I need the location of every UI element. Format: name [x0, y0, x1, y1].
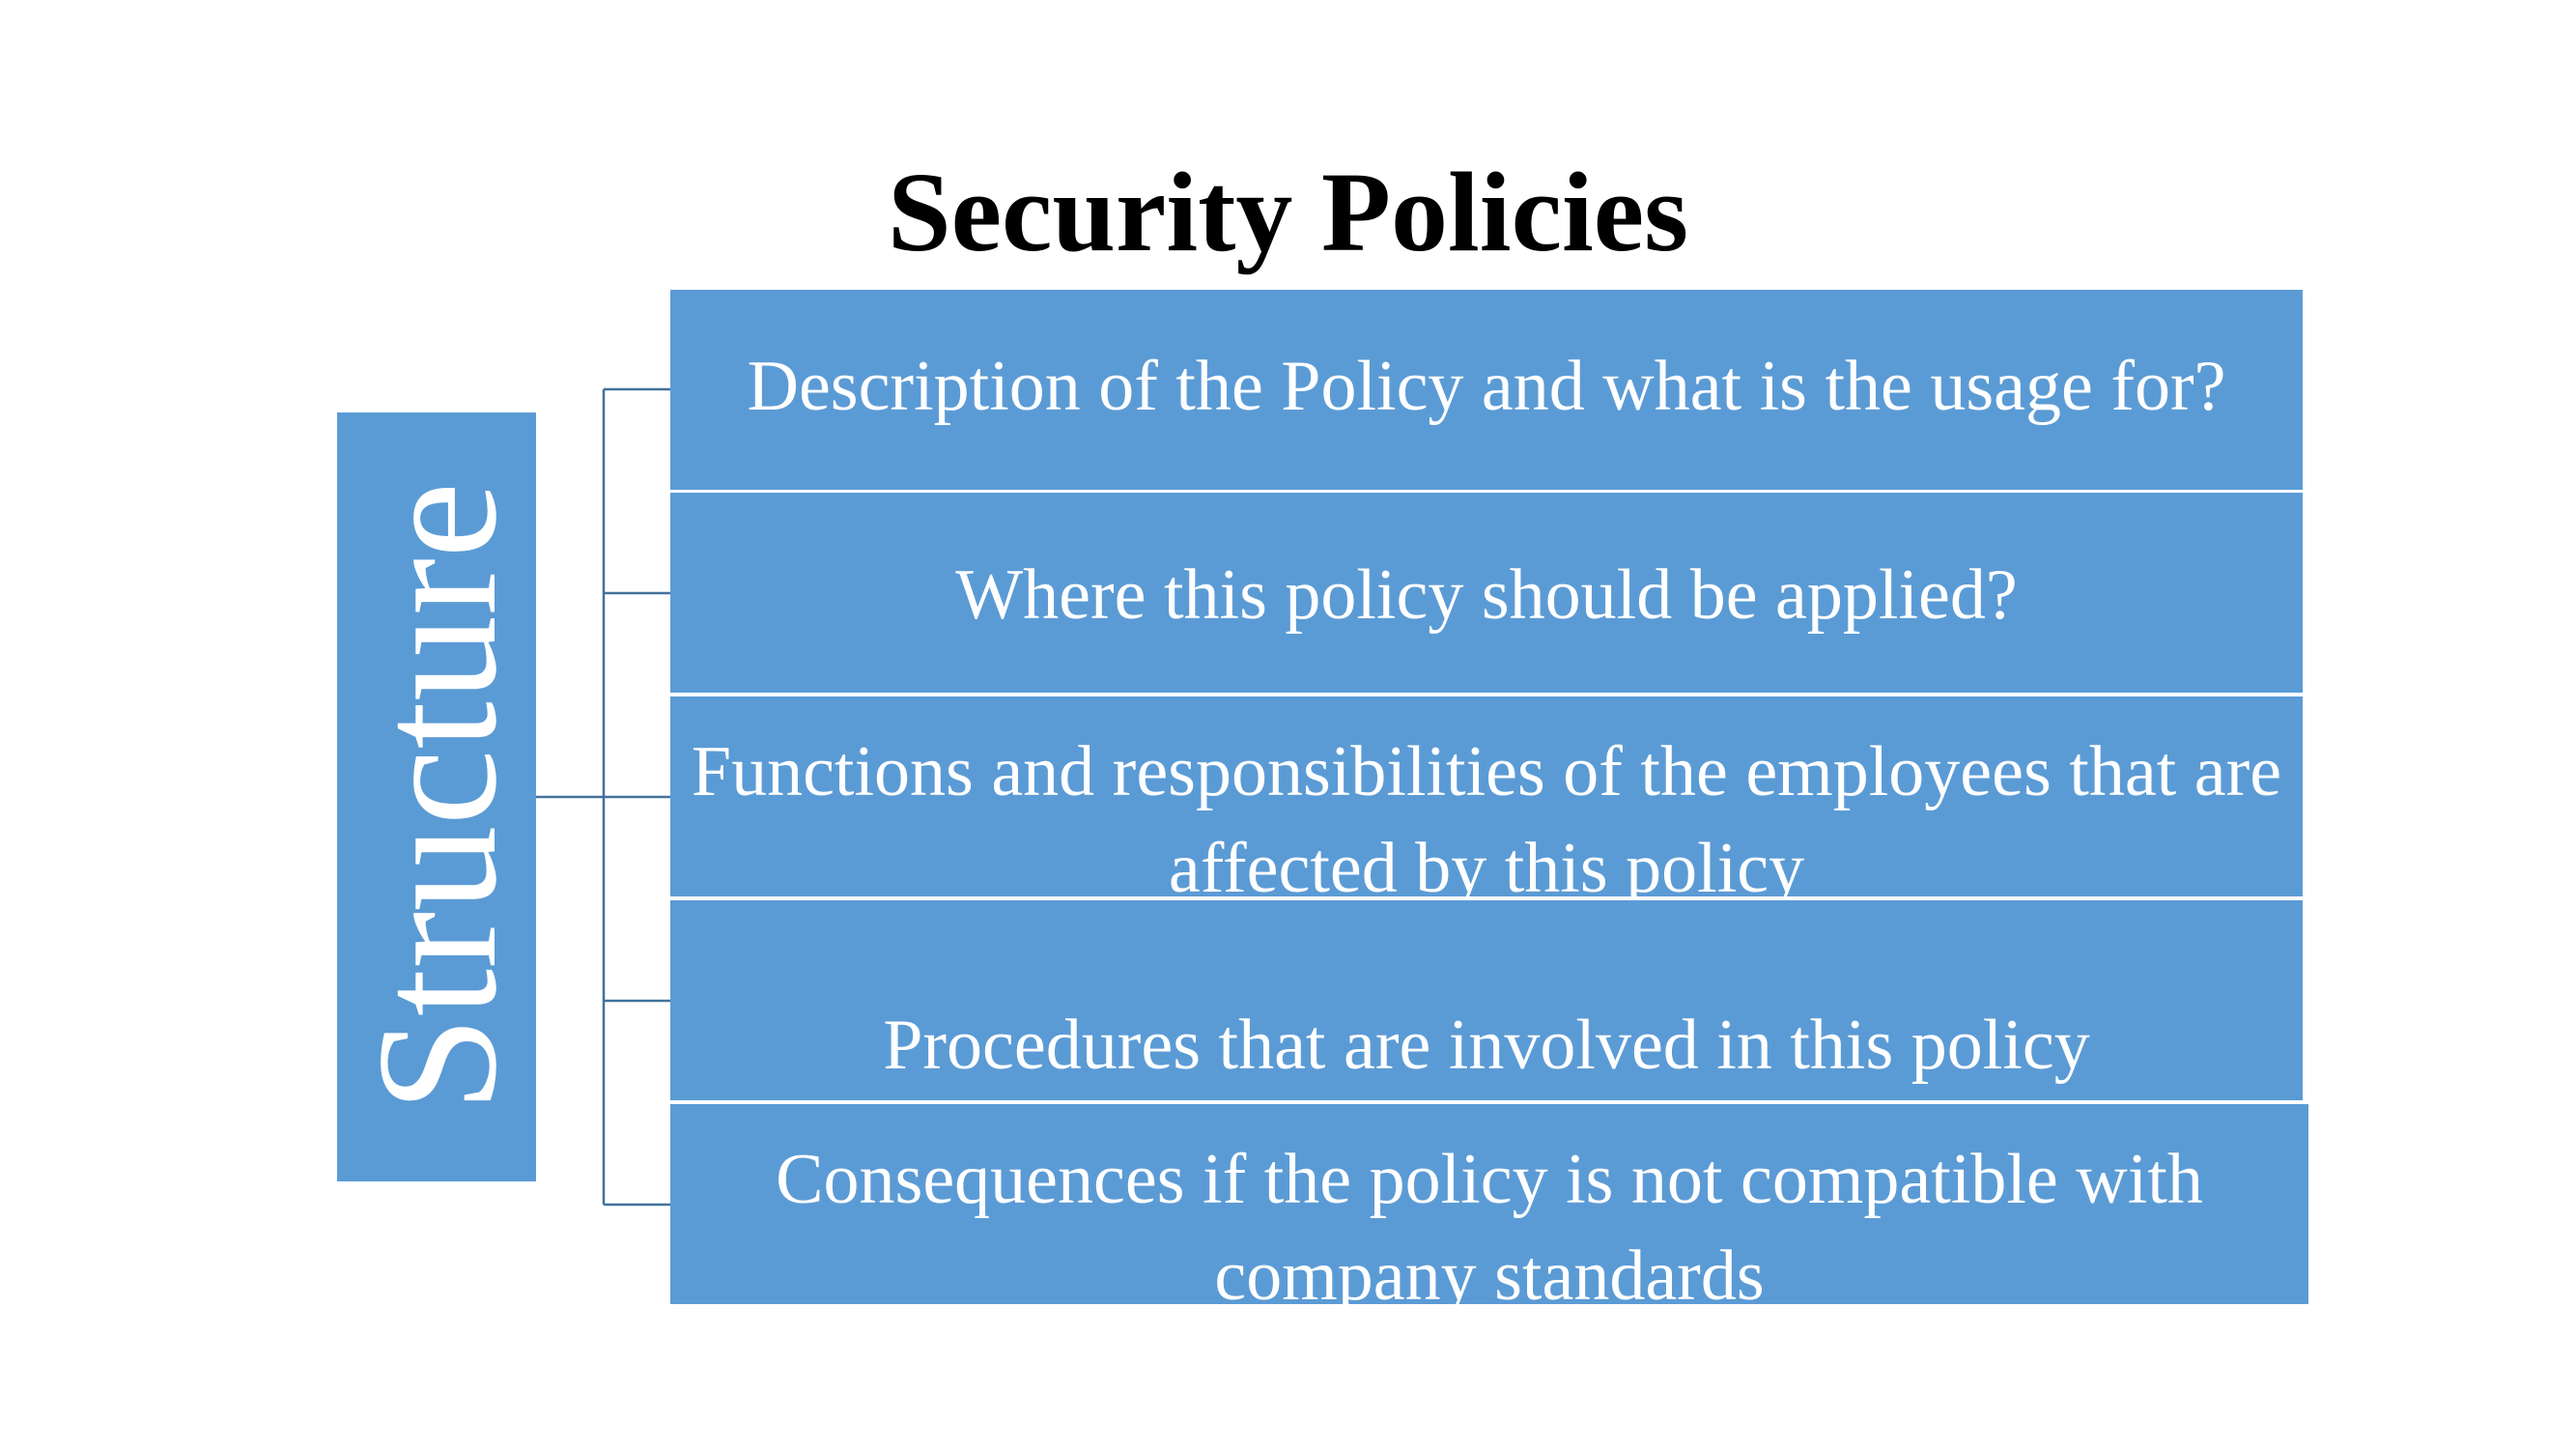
- policy-item-description: Description of the Policy and what is th…: [670, 290, 2303, 490]
- slide-title: Security Policies: [887, 149, 1689, 275]
- policy-item-scope: Where this policy should be applied?: [670, 493, 2303, 693]
- policy-item-responsibilities: Functions and responsibilities of the em…: [670, 696, 2303, 896]
- structure-root-box: Structure: [337, 412, 536, 1181]
- policy-item-text: Where this policy should be applied?: [955, 555, 2018, 635]
- slide: Security Policies Structure Description …: [0, 0, 2576, 1449]
- policy-item-text: Functions and responsibilities of the em…: [691, 732, 2282, 896]
- policy-item-text: Procedures that are involved in this pol…: [883, 1006, 2090, 1085]
- policy-item-procedures: Procedures that are involved in this pol…: [670, 900, 2303, 1100]
- policy-item-consequences: Consequences if the policy is not compat…: [670, 1104, 2308, 1304]
- policy-item-text: Description of the Policy and what is th…: [747, 347, 2226, 426]
- policy-item-text: Consequences if the policy is not compat…: [776, 1140, 2203, 1304]
- structure-root-label: Structure: [341, 481, 532, 1113]
- slide-bottom-margin: [0, 1306, 2576, 1449]
